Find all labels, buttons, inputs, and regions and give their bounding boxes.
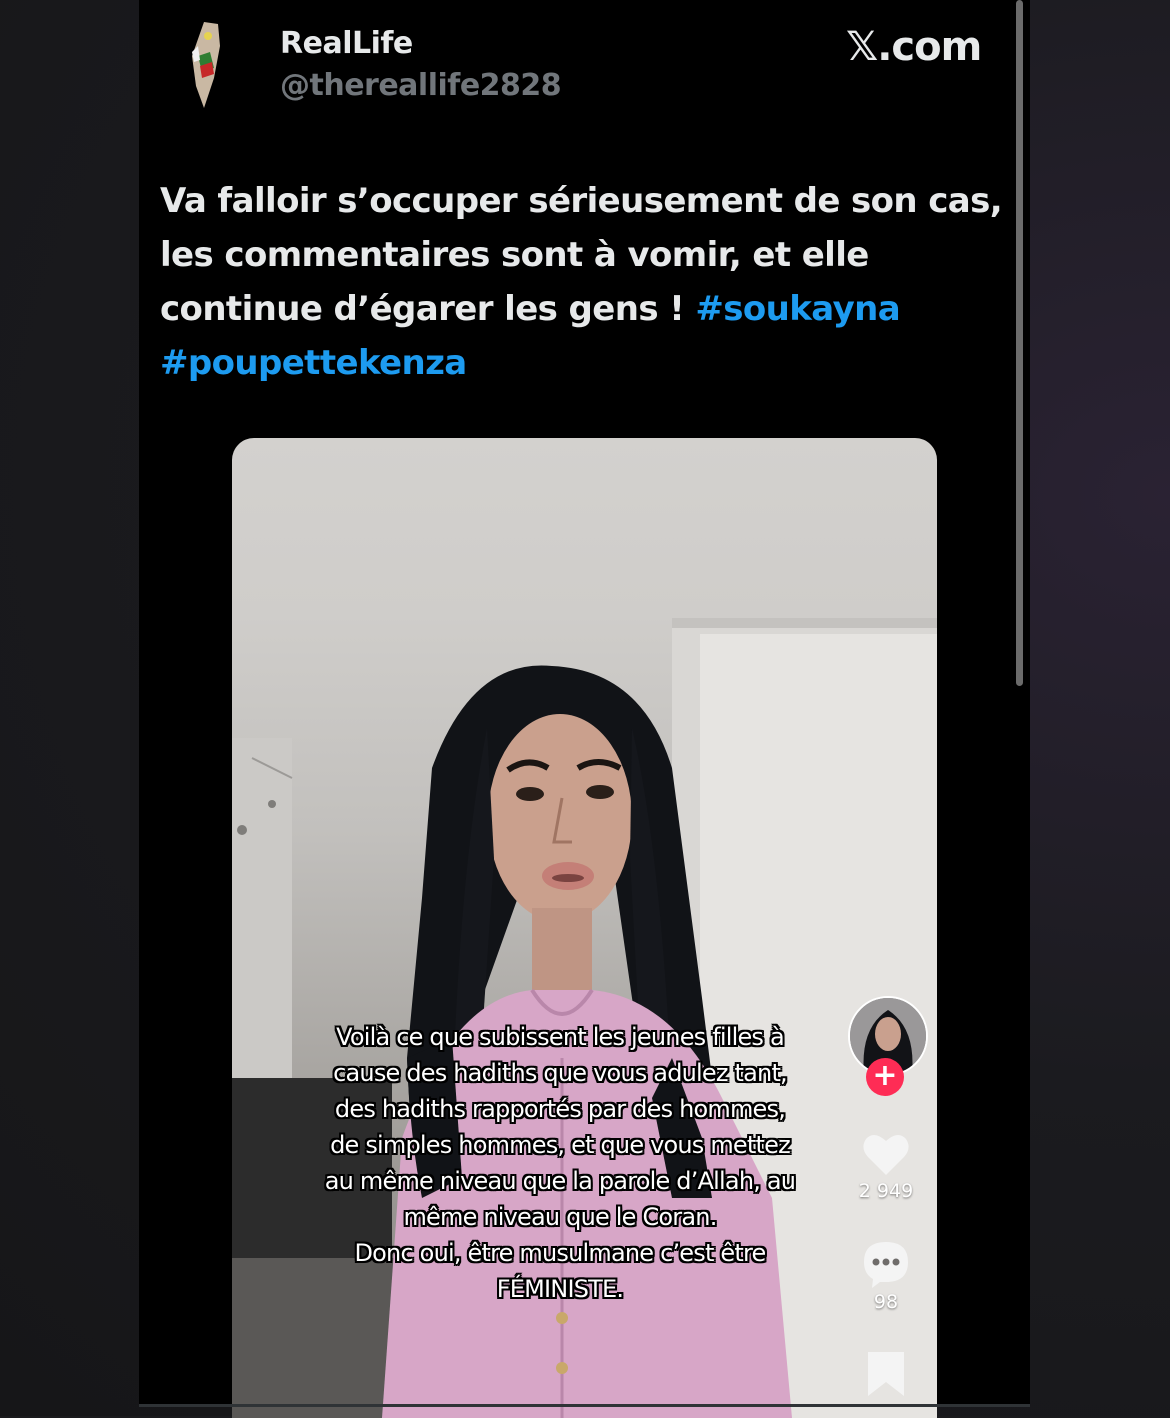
caption-line: Voilà ce que subissent les jeunes filles… — [336, 1023, 785, 1051]
caption-line: même niveau que le Coran. — [403, 1203, 717, 1231]
follow-plus-icon[interactable]: + — [866, 1058, 904, 1096]
user-avatar[interactable] — [174, 16, 238, 116]
caption-line: au même niveau que la parole d’Allah, au — [324, 1167, 796, 1195]
caption-line: des hadiths rapportés par des hommes, — [334, 1095, 786, 1123]
user-handle[interactable]: @thereallife2828 — [280, 68, 562, 103]
display-name[interactable]: RealLife — [280, 26, 413, 61]
x-logo: 𝕏.com — [846, 24, 982, 70]
like-count: 2 949 — [858, 1180, 914, 1202]
video-caption: Voilà ce que subissent les jeunes filles… — [282, 1019, 838, 1307]
comment-bubble-icon[interactable] — [860, 1238, 912, 1290]
caption-line: Donc oui, être musulmane c’est être — [354, 1239, 766, 1267]
hand-flag-avatar-icon — [174, 16, 238, 116]
divider — [139, 1404, 1030, 1407]
heart-icon[interactable] — [860, 1128, 912, 1180]
tweet-text-line: les commentaires sont à vomir, et elle — [160, 235, 869, 275]
caption-line: de simples hommes, et que vous mettez — [330, 1131, 791, 1159]
bookmark-icon[interactable] — [860, 1350, 912, 1396]
hashtag-link[interactable]: #poupettekenza — [160, 343, 467, 383]
tweet-text-line: continue d’égarer les gens ! — [160, 289, 696, 329]
caption-line: FÉMINISTE. — [496, 1275, 624, 1303]
tweet-text: Va falloir s’occuper sérieusement de son… — [160, 174, 1020, 390]
tweet-text-line: Va falloir s’occuper sérieusement de son… — [160, 181, 1003, 221]
hashtag-link[interactable]: #soukayna — [695, 289, 900, 329]
comment-count: 98 — [873, 1291, 899, 1313]
caption-line: cause des hadiths que vous adulez tant, — [333, 1059, 788, 1087]
